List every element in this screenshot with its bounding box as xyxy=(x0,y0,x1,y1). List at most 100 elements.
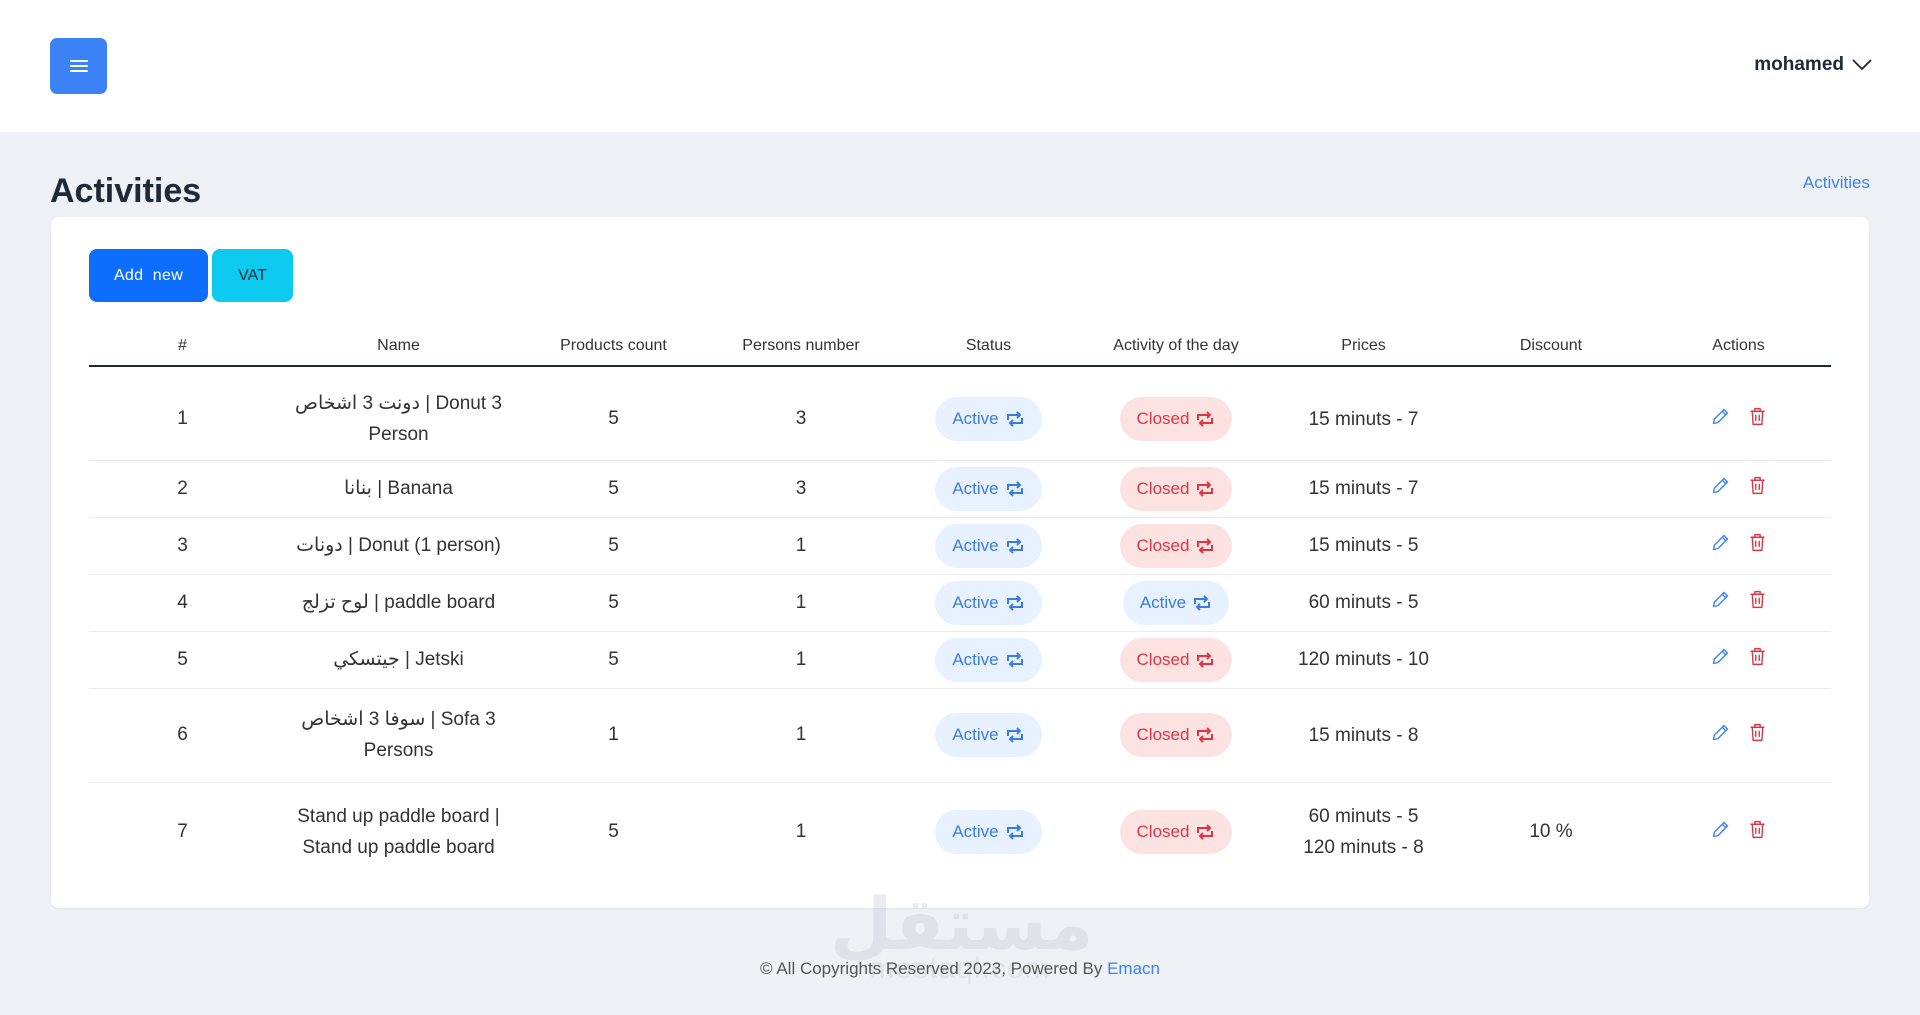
row-number: 6 xyxy=(89,688,276,783)
status-toggle[interactable]: Active xyxy=(935,466,1042,511)
breadcrumb[interactable]: Activities xyxy=(1803,173,1870,193)
activity-of-day-cell: Closed xyxy=(1081,366,1271,461)
table-header-row: # Name Products count Persons number Sta… xyxy=(89,319,1831,367)
swap-icon xyxy=(1197,537,1214,554)
persons-number: 3 xyxy=(706,460,896,518)
products-count: 5 xyxy=(521,460,706,518)
activity-of-day-toggle[interactable]: Closed xyxy=(1119,713,1233,757)
add-new-button[interactable]: Add new xyxy=(89,249,208,302)
activity-of-day-cell: Closed xyxy=(1081,517,1271,575)
delete-button[interactable] xyxy=(1747,532,1768,553)
price-line: 15 minuts - 7 xyxy=(1308,478,1419,499)
column-header: Prices xyxy=(1271,319,1456,367)
prices-cell: 15 minuts - 8 xyxy=(1271,688,1456,783)
persons-number: 1 xyxy=(706,574,896,632)
status-cell: Active xyxy=(896,631,1081,689)
delete-button[interactable] xyxy=(1747,819,1768,840)
edit-button[interactable] xyxy=(1710,722,1731,743)
activity-name-cell: دونات | Donut (1 person) xyxy=(276,517,521,575)
price-line: 60 minuts - 5 xyxy=(1308,592,1419,613)
user-name: mohamed xyxy=(1754,54,1844,75)
activity-of-day-toggle[interactable]: Closed xyxy=(1119,523,1233,568)
trash-icon xyxy=(1750,647,1764,666)
pencil-icon xyxy=(1712,477,1728,494)
activity-name: سوفا 3 اشخاص | Sofa 3 Persons xyxy=(301,709,496,761)
user-dropdown[interactable]: mohamed xyxy=(1754,54,1872,76)
swap-icon xyxy=(1197,824,1214,840)
activity-name-cell: Stand up paddle board | Stand up paddle … xyxy=(276,782,521,876)
prices-cell: 15 minuts - 7 xyxy=(1271,366,1456,461)
delete-button[interactable] xyxy=(1747,722,1768,743)
activity-of-day-toggle[interactable]: Closed xyxy=(1119,810,1233,855)
activities-table: # Name Products count Persons number Sta… xyxy=(89,319,1831,876)
products-count: 5 xyxy=(608,821,619,843)
activity-of-day-toggle[interactable]: Closed xyxy=(1119,397,1233,442)
activity-of-day-toggle[interactable]: Closed xyxy=(1119,466,1233,511)
persons-number: 1 xyxy=(706,631,896,689)
footer-link[interactable]: Emacn xyxy=(1107,959,1160,978)
row-number: 4 xyxy=(89,574,276,632)
products-count: 5 xyxy=(521,631,706,689)
status-label: Active xyxy=(952,535,999,555)
delete-button[interactable] xyxy=(1747,589,1768,610)
footer-text: © All Copyrights Reserved 2023, Powered … xyxy=(760,959,1103,978)
activity-of-day-label: Closed xyxy=(1136,478,1190,498)
status-label: Active xyxy=(952,409,999,429)
row-number: 2 xyxy=(89,460,276,518)
activity-name-cell: بنانا | Banana xyxy=(276,460,521,518)
price-line: 15 minuts - 8 xyxy=(1308,724,1419,746)
activity-of-day-cell: Active xyxy=(1081,574,1271,632)
prices-cell: 60 minuts - 5 xyxy=(1271,574,1456,632)
pencil-icon xyxy=(1712,591,1728,608)
price-line: 120 minuts - 10 xyxy=(1298,649,1429,670)
column-header: Persons number xyxy=(706,319,896,367)
column-header: Activity of the day xyxy=(1081,319,1271,367)
swap-icon xyxy=(1197,651,1214,668)
column-header: Discount xyxy=(1456,319,1646,367)
status-label: Active xyxy=(952,592,999,612)
status-toggle[interactable]: Active xyxy=(935,397,1042,442)
column-header: Actions xyxy=(1646,319,1831,367)
edit-button[interactable] xyxy=(1710,819,1731,840)
delete-button[interactable] xyxy=(1747,475,1768,496)
swap-icon xyxy=(1006,727,1023,743)
status-toggle[interactable]: Active xyxy=(935,523,1042,568)
table-row: 3 دونات | Donut (1 person) 5 1 Active Cl… xyxy=(89,517,1831,575)
menu-toggle-button[interactable] xyxy=(50,38,107,94)
activity-of-day-toggle[interactable]: Closed xyxy=(1119,637,1233,682)
status-cell: Active xyxy=(896,517,1081,575)
activity-name: دونات | Donut (1 person) xyxy=(296,535,501,556)
actions-cell xyxy=(1646,782,1831,876)
edit-button[interactable] xyxy=(1710,532,1731,553)
delete-button[interactable] xyxy=(1747,646,1768,667)
status-label: Active xyxy=(952,649,999,669)
discount xyxy=(1456,574,1646,632)
table-row: 1 دونت 3 اشخاص | Donut 3 Person 5 3 Acti… xyxy=(89,366,1831,461)
status-toggle[interactable]: Active xyxy=(935,713,1042,757)
status-toggle[interactable]: Active xyxy=(935,637,1042,682)
swap-icon xyxy=(1006,411,1023,427)
delete-button[interactable] xyxy=(1747,406,1768,427)
activity-name-cell: جيتسكي | Jetski xyxy=(276,631,521,689)
activity-of-day-cell: Closed xyxy=(1081,782,1271,876)
swap-icon xyxy=(1006,594,1023,611)
status-toggle[interactable]: Active xyxy=(935,580,1042,625)
status-toggle[interactable]: Active xyxy=(935,810,1042,855)
edit-button[interactable] xyxy=(1710,589,1731,610)
vat-button[interactable]: VAT xyxy=(212,249,293,302)
activity-name: بنانا | Banana xyxy=(344,478,453,499)
status-cell: Active xyxy=(896,782,1081,876)
footer: © All Copyrights Reserved 2023, Powered … xyxy=(0,959,1920,979)
actions-cell xyxy=(1646,631,1831,689)
products-count: 5 xyxy=(521,517,706,575)
activity-of-day-label: Active xyxy=(1139,592,1187,612)
activity-of-day-toggle[interactable]: Active xyxy=(1122,580,1230,625)
trash-icon xyxy=(1750,533,1764,552)
edit-button[interactable] xyxy=(1710,475,1731,496)
persons-number: 1 xyxy=(795,821,807,843)
edit-button[interactable] xyxy=(1710,646,1731,667)
top-navbar: mohamed xyxy=(0,0,1920,132)
table-row: 6 سوفا 3 اشخاص | Sofa 3 Persons 1 1 Acti… xyxy=(89,688,1831,783)
edit-button[interactable] xyxy=(1710,406,1731,427)
price-line: 15 minuts - 5 xyxy=(1308,535,1419,556)
